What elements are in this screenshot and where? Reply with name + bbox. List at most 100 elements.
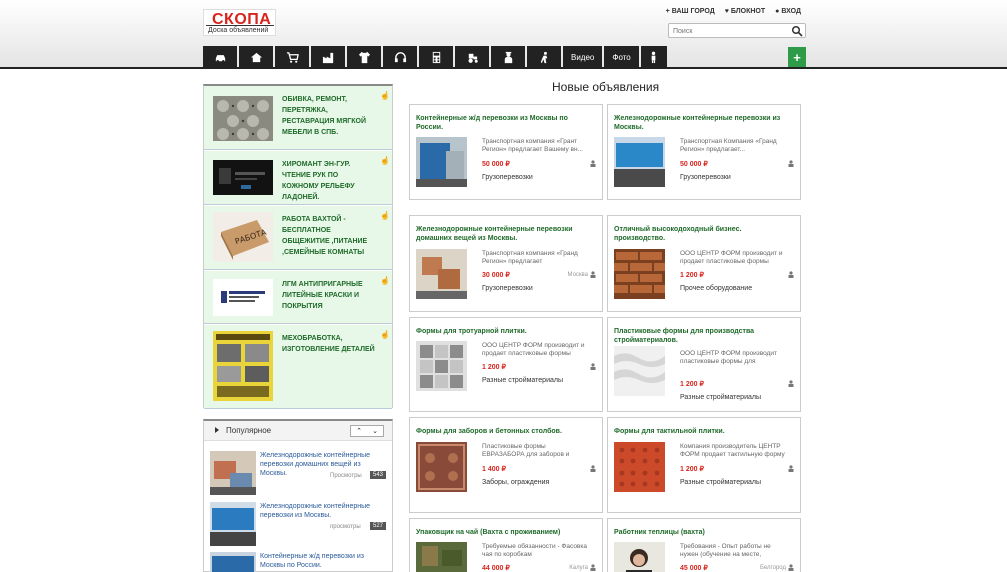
notepad-link[interactable]: ♥ БЛОКНОТ [725, 8, 765, 15]
listing-title[interactable]: Отличный высокодоходный бизнес. производ… [614, 225, 794, 243]
listing-category[interactable]: Заборы, ограждения [482, 479, 549, 486]
listing-card[interactable]: Формы для тактильной плитки. Компания пр… [607, 417, 801, 513]
popular-item-text[interactable]: Контейнерные ж/д перевозки из Москвы по … [260, 552, 388, 570]
ad-title[interactable]: ОБИВКА, РЕМОНТ, ПЕРЕТЯЖКА, РЕСТАВРАЦИЯ М… [282, 94, 376, 138]
listing-title[interactable]: Контейнерные ж/д перевозки из Москвы по … [416, 114, 596, 132]
chevron-down-icon[interactable]: ⌄ [367, 426, 383, 436]
listing-title[interactable]: Формы для тактильной плитки. [614, 427, 794, 436]
thumb-up-icon[interactable]: ☝ [380, 276, 390, 285]
popular-item-text[interactable]: Железнодорожные контейнерные перевозки и… [260, 502, 388, 520]
ad-item[interactable]: ХИРОМАНТ ЭН-ГУР. ЧТЕНИЕ РУК ПО КОЖНОМУ Р… [204, 151, 392, 205]
popular-item-text[interactable]: Железнодорожные контейнерные перевозки д… [260, 451, 388, 478]
listing-description: Пластиковые формы ЕВРАЗАБОРА для заборов… [482, 443, 570, 458]
popular-views-count: 543 [370, 471, 387, 479]
nav-cars[interactable] [203, 46, 237, 68]
nav-people[interactable] [640, 46, 667, 68]
listing-card[interactable]: Упаковщик на чай (Вахта с проживанием) Т… [409, 518, 603, 572]
ad-item[interactable]: ЛГМ АНТИПРИГАРНЫЕ ЛИТЕЙНЫЕ КРАСКИ И ПОКР… [204, 271, 392, 324]
user-icon[interactable] [788, 564, 794, 571]
nav-industry[interactable] [311, 46, 345, 68]
popular-image [210, 552, 256, 572]
listing-title[interactable]: Железнодорожные контейнерные перевозки и… [614, 114, 794, 132]
site-logo[interactable]: СКОПА Доска объявлений [203, 9, 276, 36]
listing-card[interactable]: Железнодорожные контейнерные перевозки д… [409, 215, 603, 312]
login-link-label: ВХОД [781, 8, 801, 15]
listing-description: Транспортная Компания «Гранд Регион» пре… [680, 138, 777, 153]
listing-card[interactable]: Железнодорожные контейнерные перевозки и… [607, 104, 801, 200]
listing-title[interactable]: Работник теплицы (вахта) [614, 528, 794, 537]
nav-video[interactable]: Видео [563, 46, 603, 68]
ad-title[interactable]: ЛГМ АНТИПРИГАРНЫЕ ЛИТЕЙНЫЕ КРАСКИ И ПОКР… [282, 279, 376, 312]
user-icon[interactable] [590, 465, 596, 472]
listing-category[interactable]: Разные стройматериалы [482, 377, 563, 384]
listing-image [614, 542, 665, 572]
ad-title[interactable]: ХИРОМАНТ ЭН-ГУР. ЧТЕНИЕ РУК ПО КОЖНОМУ Р… [282, 159, 376, 203]
listing-card[interactable]: Отличный высокодоходный бизнес. производ… [607, 215, 801, 312]
listing-description: ООО ЦЕНТР ФОРМ производит пластиковые фо… [680, 350, 778, 365]
cart-icon [286, 51, 299, 63]
listing-image [614, 442, 665, 492]
popular-views-label: просмотры [330, 524, 361, 530]
listing-title[interactable]: Пластиковые формы для производства строй… [614, 327, 794, 345]
listing-card[interactable]: Формы для заборов и бетонных столбов. Пл… [409, 417, 603, 513]
popular-item[interactable]: Железнодорожные контейнерные перевозки д… [210, 451, 390, 497]
listing-price: 1 200 ₽ [680, 272, 704, 279]
listing-title[interactable]: Формы для тротуарной плитки. [416, 327, 596, 336]
nav-electronics[interactable] [383, 46, 417, 68]
chevron-up-icon[interactable]: ⌃ [351, 426, 367, 436]
ad-title[interactable]: РАБОТА ВАХТОЙ - БЕСПЛАТНОЕ ОБЩЕЖИТИЕ ,ПИ… [282, 214, 376, 258]
user-icon[interactable] [590, 363, 596, 370]
search-input[interactable] [673, 26, 783, 36]
ad-item[interactable]: ОБИВКА, РЕМОНТ, ПЕРЕТЯЖКА, РЕСТАВРАЦИЯ М… [204, 86, 392, 150]
listing-category[interactable]: Разные стройматериалы [680, 394, 761, 401]
listing-description: Транспортная компания «Грант Регион» пре… [482, 138, 583, 153]
listing-card[interactable]: Работник теплицы (вахта) Требования - Оп… [607, 518, 801, 572]
thumb-up-icon[interactable]: ☝ [380, 156, 390, 165]
popular-item[interactable]: Железнодорожные контейнерные перевозки и… [210, 502, 390, 548]
listing-category[interactable]: Грузоперевозки [482, 285, 533, 292]
listing-title[interactable]: Упаковщик на чай (Вахта с проживанием) [416, 528, 596, 537]
nav-clothes[interactable] [347, 46, 381, 68]
ad-item[interactable]: РАБОТА РАБОТА ВАХТОЙ - БЕСПЛАТНОЕ ОБЩЕЖИ… [204, 206, 392, 270]
thumb-up-icon[interactable]: ☝ [380, 211, 390, 220]
login-link[interactable]: ● ВХОД [775, 8, 801, 15]
nav-business[interactable] [419, 46, 453, 68]
ad-image-machining [213, 331, 273, 401]
listing-title[interactable]: Формы для заборов и бетонных столбов. [416, 427, 596, 436]
user-icon[interactable] [590, 160, 596, 167]
ad-title[interactable]: МЕХОБРАБОТКА, ИЗГОТОВЛЕНИЕ ДЕТАЛЕЙ [282, 333, 376, 355]
search-icon[interactable] [791, 25, 803, 37]
nav-photo[interactable]: Фото [604, 46, 639, 68]
nav-shop[interactable] [275, 46, 309, 68]
thumb-up-icon[interactable]: ☝ [380, 330, 390, 339]
nav-realty[interactable] [239, 46, 273, 68]
popular-title: Популярное [226, 426, 272, 435]
listing-category[interactable]: Грузоперевозки [680, 174, 731, 181]
user-icon[interactable] [788, 465, 794, 472]
add-listing-button[interactable]: + [788, 47, 806, 67]
ad-item[interactable]: МЕХОБРАБОТКА, ИЗГОТОВЛЕНИЕ ДЕТАЛЕЙ ☝ [204, 325, 392, 409]
listing-description: ООО ЦЕНТР ФОРМ производит и продает плас… [482, 342, 585, 357]
logo-divider [206, 25, 274, 26]
person-walk-icon [540, 51, 547, 63]
listing-city: Москва [567, 272, 588, 278]
thumb-up-icon[interactable]: ☝ [380, 91, 390, 100]
listing-card[interactable]: Пластиковые формы для производства строй… [607, 317, 801, 412]
listing-category[interactable]: Разные стройматериалы [680, 479, 761, 486]
listing-card[interactable]: Формы для тротуарной плитки. ООО ЦЕНТР Ф… [409, 317, 603, 412]
city-link[interactable]: + ВАШ ГОРОД [666, 8, 715, 15]
nav-services[interactable] [527, 46, 561, 68]
user-icon[interactable] [788, 160, 794, 167]
listing-category[interactable]: Грузоперевозки [482, 174, 533, 181]
nav-jobs[interactable] [491, 46, 525, 68]
nav-machinery[interactable] [455, 46, 489, 68]
listing-title[interactable]: Железнодорожные контейнерные перевозки д… [416, 225, 596, 243]
listing-category[interactable]: Прочее оборудование [680, 285, 752, 292]
user-icon[interactable] [590, 564, 596, 571]
user-icon[interactable] [788, 271, 794, 278]
user-icon[interactable] [788, 380, 794, 387]
listing-card[interactable]: Контейнерные ж/д перевозки из Москвы по … [409, 104, 603, 200]
popular-item[interactable]: Контейнерные ж/д перевозки из Москвы по … [210, 552, 390, 572]
tractor-icon [468, 53, 478, 63]
user-icon[interactable] [590, 271, 596, 278]
